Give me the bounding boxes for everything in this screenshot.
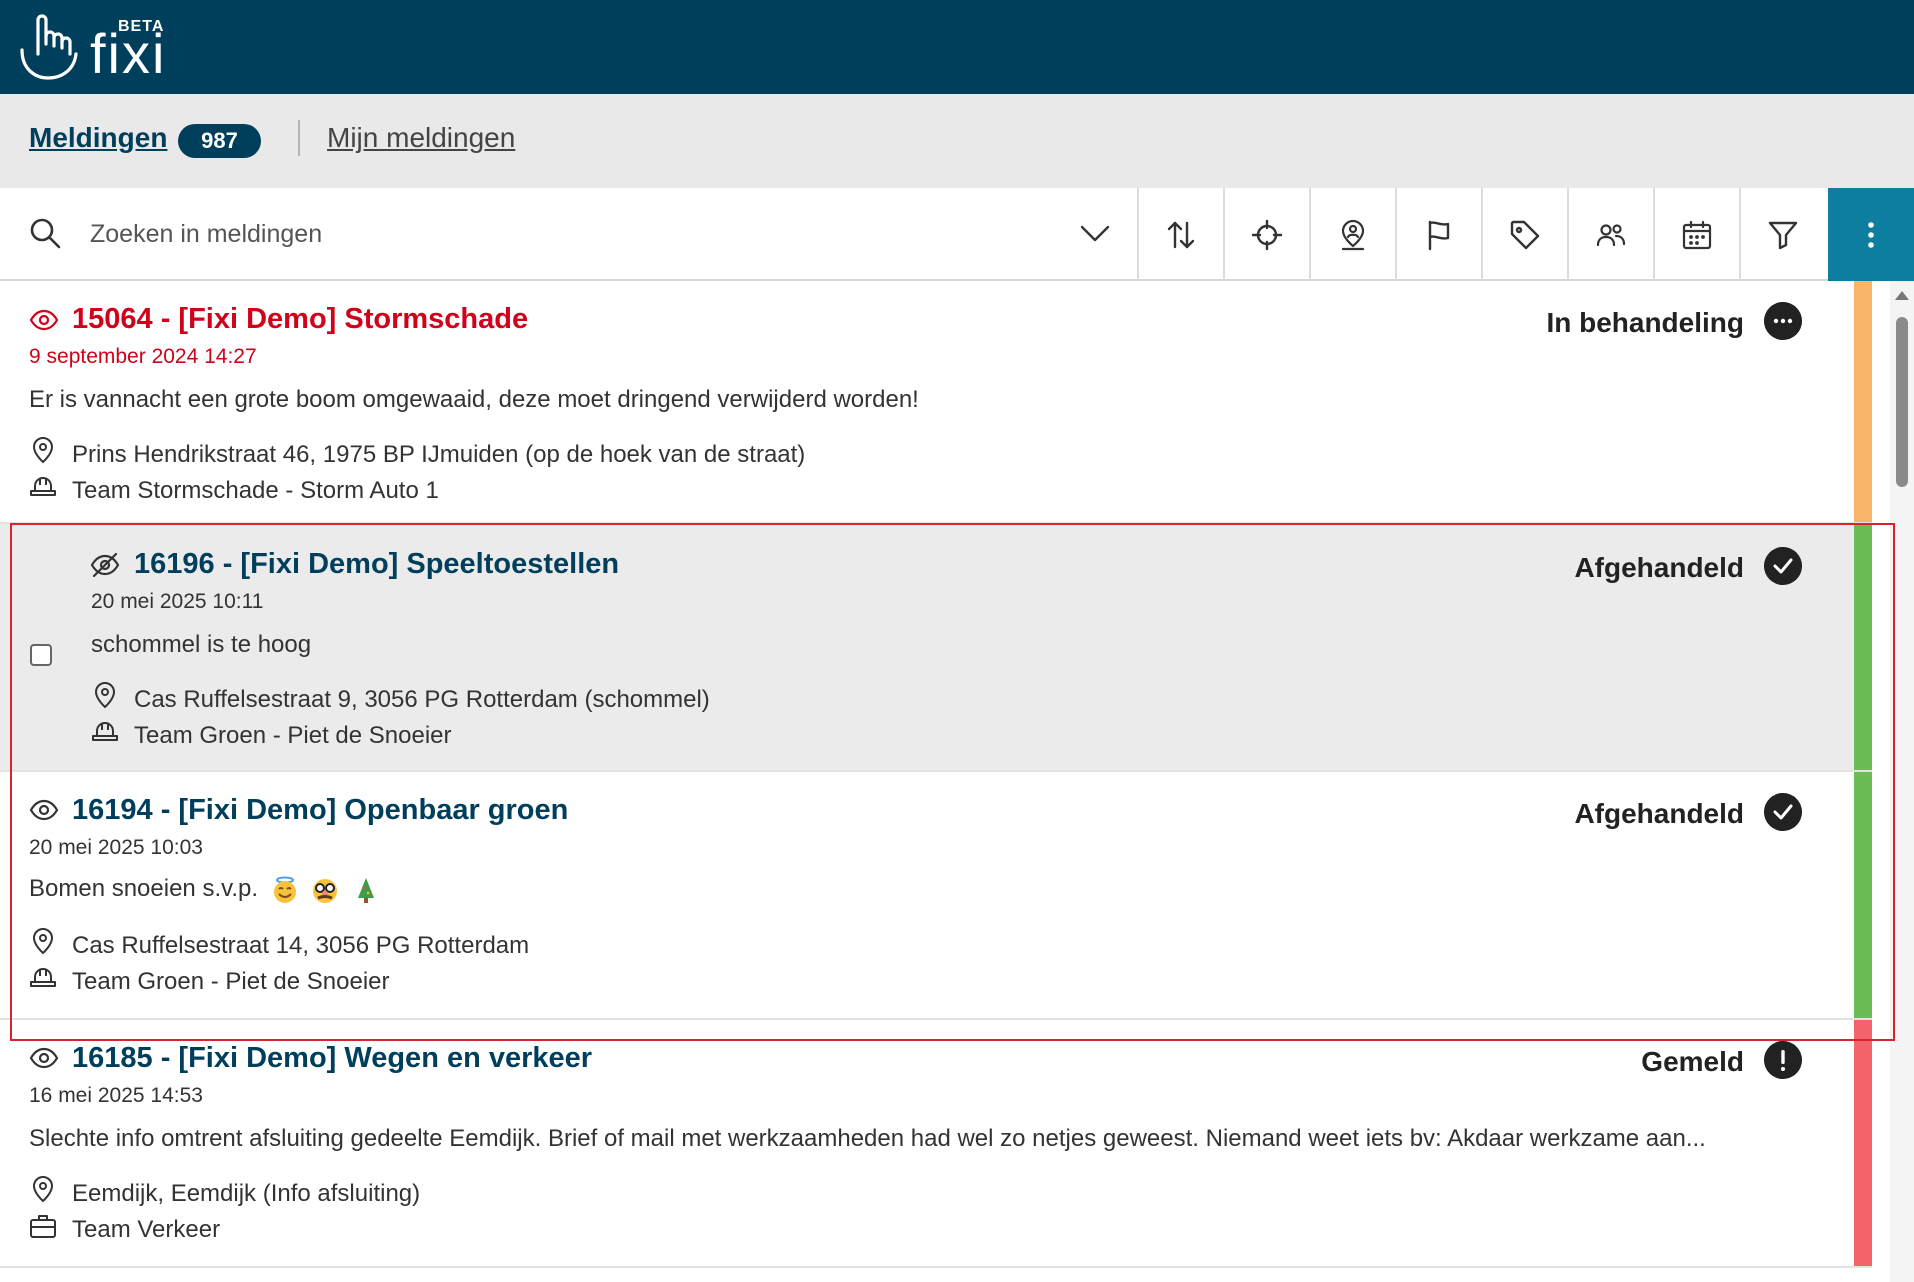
christmas-tree-icon [358, 877, 375, 903]
sort-icon [1167, 221, 1195, 248]
logo-text: fixi [90, 22, 167, 85]
tab-divider [298, 120, 300, 156]
list-scrollbar[interactable] [1890, 281, 1914, 1282]
sort-button[interactable] [1137, 188, 1223, 281]
status-label: Gemeld [1641, 1046, 1744, 1077]
item-description: Slechte info omtrent afsluiting gedeelte… [29, 1125, 1706, 1152]
list-item[interactable]: 16194 - [Fixi Demo] Openbaar groen 20 me… [0, 772, 1872, 1020]
location-pin-icon [94, 681, 116, 709]
status-label: Afgehandeld [1574, 798, 1744, 829]
status-stripe [1854, 1020, 1872, 1266]
app-header: BETA fixi [0, 0, 1914, 94]
tag-button[interactable] [1481, 188, 1567, 281]
crosshair-icon [1251, 219, 1283, 250]
more-options-button[interactable] [1828, 188, 1914, 281]
flag-icon [1428, 220, 1450, 250]
users-icon [1596, 223, 1626, 246]
disguise-emoji-icon [313, 878, 338, 903]
list-item[interactable]: 16185 - [Fixi Demo] Wegen en verkeer 16 … [0, 1020, 1872, 1268]
status-label: In behandeling [1546, 307, 1744, 338]
check-icon[interactable] [1764, 793, 1802, 831]
status-stripe [1854, 524, 1872, 770]
hand-pointer-icon [20, 14, 78, 80]
item-date: 16 mei 2025 14:53 [29, 1084, 203, 1107]
list-item[interactable]: 16196 - [Fixi Demo] Speeltoestellen 20 m… [0, 524, 1872, 772]
status-stripe [1854, 772, 1872, 1018]
eye-icon [29, 1047, 59, 1069]
location-pin-icon [32, 927, 54, 955]
item-team: Team Verkeer [72, 1216, 221, 1243]
item-date: 9 september 2024 14:27 [29, 345, 257, 368]
item-team: Team Groen - Piet de Snoeier [134, 722, 452, 749]
users-button[interactable] [1567, 188, 1653, 281]
item-address: Cas Ruffelsestraat 14, 3056 PG Rotterdam [72, 932, 530, 959]
scroll-up-icon[interactable] [1895, 291, 1909, 300]
check-icon[interactable] [1764, 547, 1802, 585]
flag-button[interactable] [1395, 188, 1481, 281]
angel-emoji-icon [273, 876, 296, 903]
fixi-logo[interactable]: BETA fixi [18, 14, 178, 85]
meldingen-count-badge: 987 [178, 124, 261, 158]
area-button[interactable] [1309, 188, 1395, 281]
more-vertical-icon [1868, 221, 1874, 248]
status-stripe [1854, 281, 1872, 522]
select-checkbox[interactable] [30, 644, 52, 666]
item-description: schommel is te hoog [91, 631, 312, 658]
item-address: Cas Ruffelsestraat 9, 3056 PG Rotterdam … [134, 686, 710, 713]
item-address: Eemdijk, Eemdijk (Info afsluiting) [72, 1180, 421, 1207]
tab-mijn-meldingen[interactable]: Mijn meldingen [327, 122, 515, 154]
eye-off-icon [90, 552, 120, 578]
filter-button[interactable] [1739, 188, 1825, 281]
eye-icon [29, 309, 59, 331]
item-title[interactable]: 16194 - [Fixi Demo] Openbaar groen [72, 794, 568, 827]
location-user-icon [1341, 219, 1365, 250]
eye-icon [29, 799, 59, 821]
item-team: Team Stormschade - Storm Auto 1 [72, 477, 439, 504]
hardhat-icon [30, 968, 56, 987]
status-label: Afgehandeld [1574, 552, 1744, 583]
location-pin-icon [32, 436, 54, 464]
search-input[interactable] [90, 212, 1050, 256]
item-title[interactable]: 15064 - [Fixi Demo] Stormschade [72, 303, 528, 336]
filter-icon [1768, 221, 1798, 249]
item-description-row: Bomen snoeien s.v.p. [29, 875, 1779, 904]
tab-meldingen[interactable]: Meldingen [29, 122, 167, 154]
briefcase-icon [30, 1215, 56, 1238]
hardhat-icon [30, 477, 56, 496]
calendar-button[interactable] [1653, 188, 1739, 281]
location-pin-icon [32, 1175, 54, 1203]
dots-icon[interactable] [1764, 302, 1802, 340]
item-address: Prins Hendrikstraat 46, 1975 BP IJmuiden… [72, 441, 806, 468]
chevron-down-icon[interactable] [1078, 216, 1112, 250]
item-title[interactable]: 16185 - [Fixi Demo] Wegen en verkeer [72, 1042, 592, 1075]
calendar-icon [1682, 220, 1712, 249]
search-icon [30, 218, 61, 249]
item-date: 20 mei 2025 10:03 [29, 836, 203, 859]
hardhat-icon [92, 722, 118, 741]
item-team: Team Groen - Piet de Snoeier [72, 968, 390, 995]
search-toolbar [0, 188, 1914, 281]
list-item[interactable]: 15064 - [Fixi Demo] Stormschade 9 septem… [0, 281, 1872, 524]
tabs-bar: Meldingen 987 Mijn meldingen [0, 94, 1914, 188]
scrollbar-thumb[interactable] [1896, 317, 1908, 487]
meldingen-list: 15064 - [Fixi Demo] Stormschade 9 septem… [0, 281, 1872, 1282]
item-description: Bomen snoeien s.v.p. [29, 875, 259, 902]
item-date: 20 mei 2025 10:11 [91, 590, 264, 613]
item-title[interactable]: 16196 - [Fixi Demo] Speeltoestellen [134, 548, 619, 581]
tag-icon [1510, 220, 1540, 249]
exclamation-icon[interactable] [1764, 1041, 1802, 1079]
locate-button[interactable] [1223, 188, 1309, 281]
item-description: Er is vannacht een grote boom omgewaaid,… [29, 386, 919, 413]
